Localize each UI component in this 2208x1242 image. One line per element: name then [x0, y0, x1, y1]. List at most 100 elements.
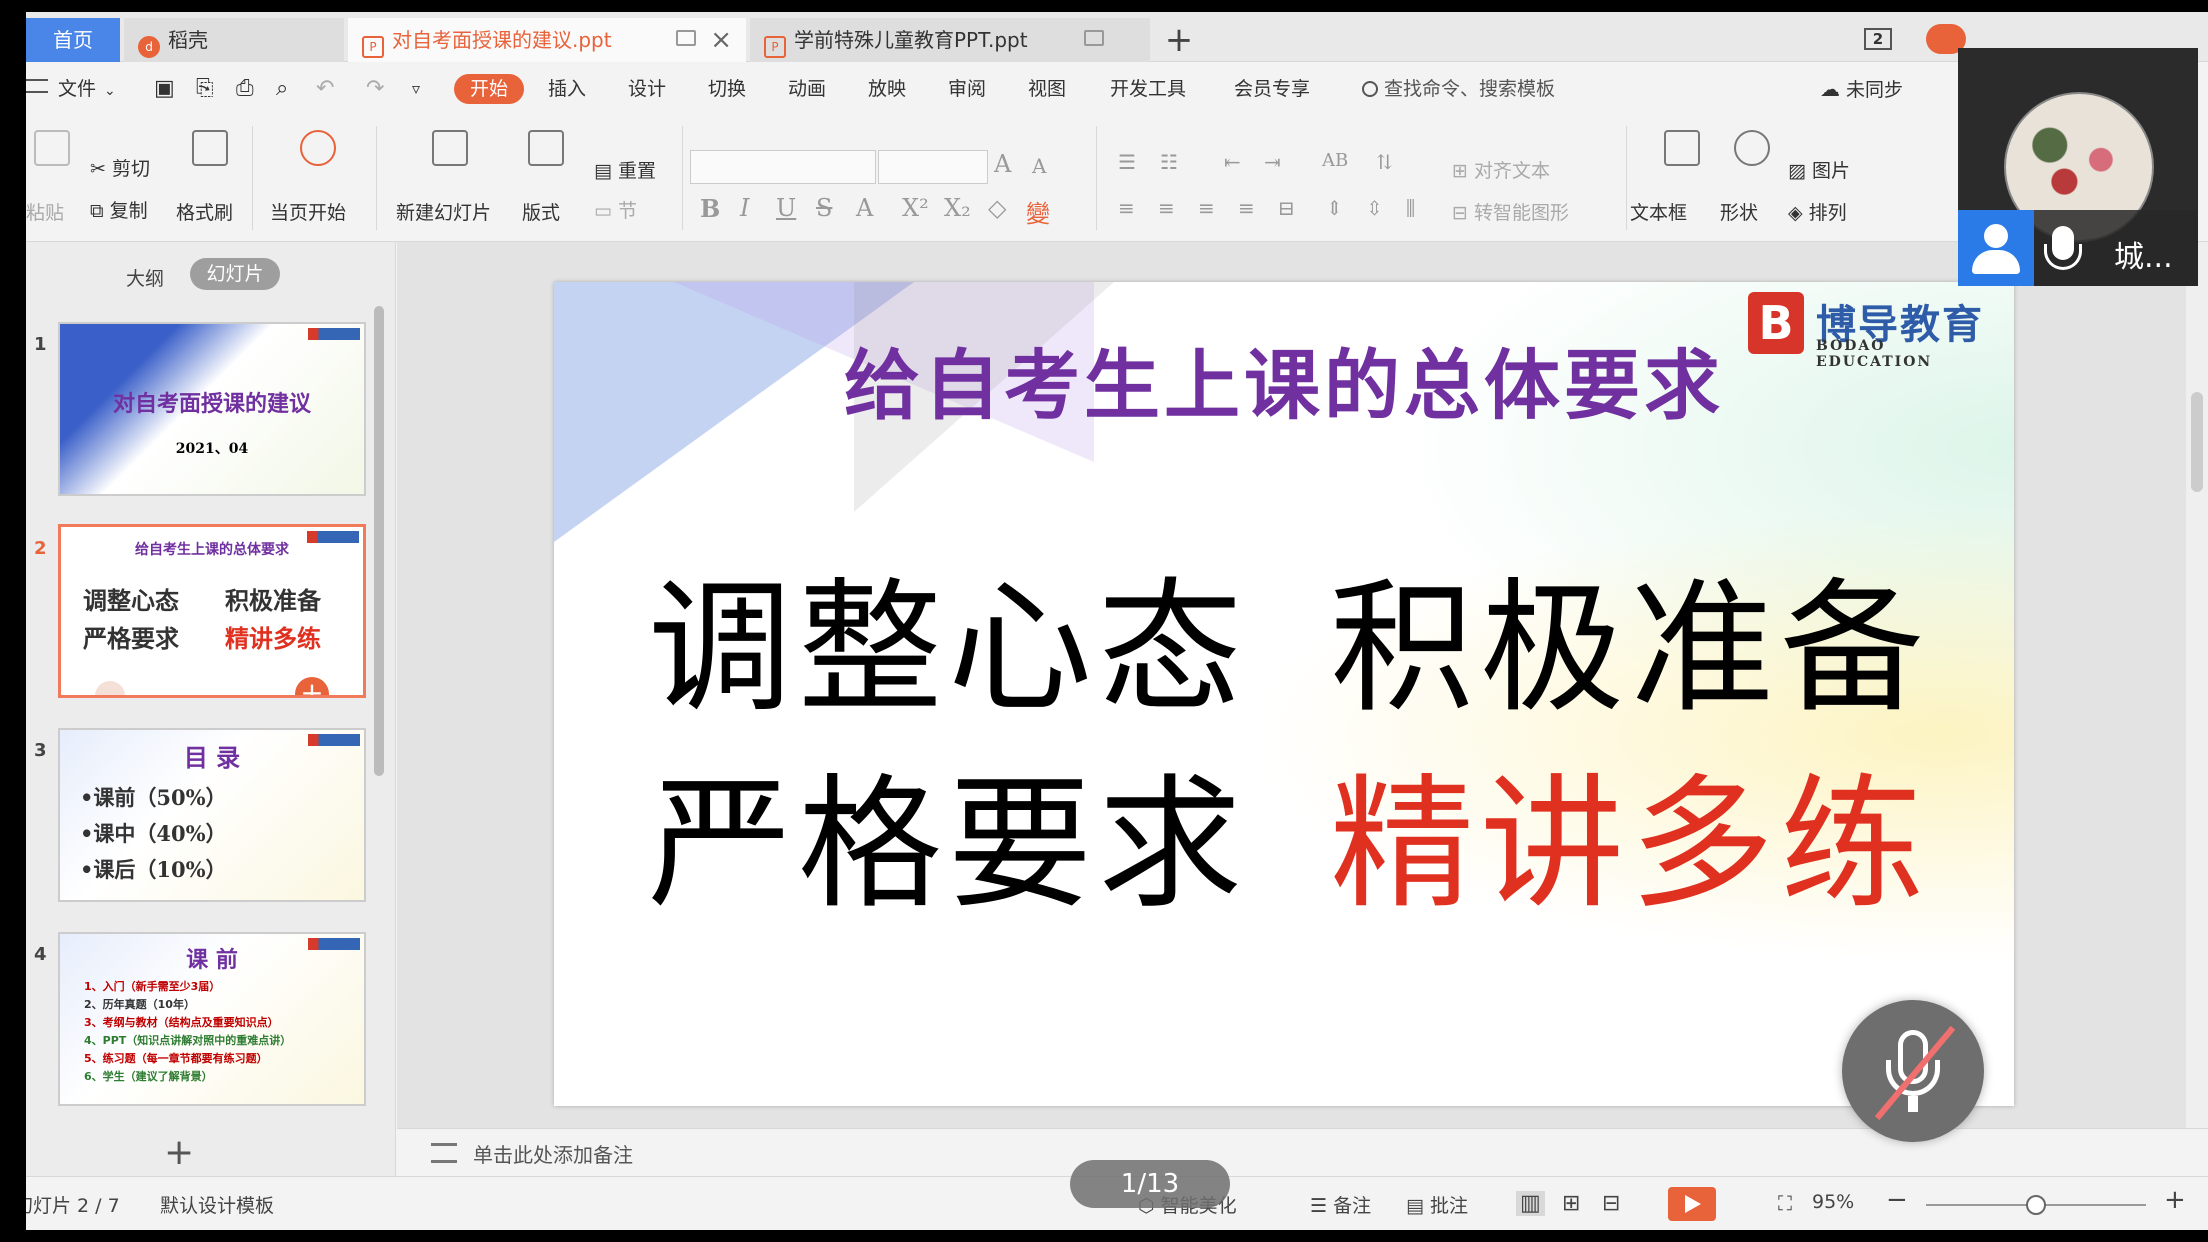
- notes-toggle[interactable]: ☰ 备注: [1310, 1191, 1371, 1218]
- tab-outline[interactable]: 大纲: [126, 264, 164, 291]
- redo-icon[interactable]: ↷: [366, 74, 384, 104]
- new-slide-icon[interactable]: [432, 130, 468, 166]
- strikethrough-icon[interactable]: S: [816, 194, 832, 222]
- slideshow-play-button[interactable]: [1668, 1187, 1716, 1221]
- menu-design[interactable]: 设计: [628, 74, 666, 104]
- numbered-list-icon[interactable]: ☷: [1160, 150, 1178, 174]
- underline-icon[interactable]: U: [776, 194, 796, 222]
- notes-placeholder[interactable]: 单击此处添加备注: [473, 1139, 633, 1168]
- align-left-icon[interactable]: ≡: [1118, 196, 1135, 220]
- subscript-icon[interactable]: X₂: [944, 194, 971, 222]
- sort-icon[interactable]: ⇅: [1376, 150, 1393, 174]
- add-slide-icon[interactable]: +: [295, 677, 329, 695]
- tab-daoke[interactable]: d 稻壳: [124, 18, 344, 62]
- slide-text-strict-req[interactable]: 严格要求: [648, 728, 1248, 936]
- design-template[interactable]: 默认设计模板: [160, 1191, 274, 1218]
- print-icon[interactable]: ⎙: [236, 74, 254, 104]
- menu-vip[interactable]: 会员专享: [1234, 74, 1310, 104]
- bullet-list-icon[interactable]: ☰: [1118, 150, 1136, 174]
- slide-text-practice[interactable]: 精讲多练: [1330, 728, 1930, 936]
- font-size-select[interactable]: [878, 150, 988, 184]
- menu-view[interactable]: 视图: [1028, 74, 1066, 104]
- format-painter-button[interactable]: 格式刷: [176, 198, 233, 225]
- zoom-slider-knob[interactable]: [2026, 1195, 2046, 1215]
- menu-animation[interactable]: 动画: [788, 74, 826, 104]
- zoom-in-icon[interactable]: +: [2164, 1185, 2186, 1215]
- canvas-scrollbar[interactable]: [2186, 242, 2208, 1128]
- menu-review[interactable]: 审阅: [948, 74, 986, 104]
- slide-title[interactable]: 给自考生上课的总体要求: [554, 324, 2014, 434]
- distribute-icon[interactable]: ⊟: [1278, 196, 1295, 220]
- menu-file[interactable]: 文件 ⌄: [26, 74, 116, 104]
- decrease-font-icon[interactable]: A: [1032, 154, 1046, 178]
- monitor-icon[interactable]: [676, 30, 696, 46]
- window-count-badge[interactable]: 2: [1864, 28, 1892, 50]
- sync-status[interactable]: ☁ 未同步: [1820, 74, 1903, 104]
- grid-view-icon[interactable]: ⊞: [1562, 1191, 1580, 1216]
- paragraph-spacing-icon[interactable]: ⇳: [1366, 196, 1383, 220]
- menu-insert[interactable]: 插入: [548, 74, 586, 104]
- justify-icon[interactable]: ≡: [1238, 196, 1255, 220]
- shape-icon[interactable]: [1734, 130, 1770, 166]
- align-center-icon[interactable]: ≡: [1158, 196, 1175, 220]
- normal-view-icon[interactable]: ▥: [1516, 1191, 1545, 1216]
- reset-button[interactable]: ▤ 重置: [594, 156, 656, 183]
- slide-thumbnail-1[interactable]: 对自考面授课的建议 2021、04: [58, 322, 366, 496]
- video-participant-tile[interactable]: 城...: [1958, 48, 2198, 286]
- smartart-button[interactable]: ⊟ 转智能图形: [1452, 198, 1569, 225]
- line-spacing-icon[interactable]: ⇕: [1326, 196, 1343, 220]
- font-color-icon[interactable]: A: [856, 194, 873, 222]
- add-slide-button[interactable]: +: [164, 1132, 194, 1173]
- align-right-icon[interactable]: ≡: [1198, 196, 1215, 220]
- zoom-out-icon[interactable]: −: [1886, 1185, 1908, 1215]
- current-slide[interactable]: B 博导教育 BODAO EDUCATION 给自考生上课的总体要求 调整心态 …: [554, 282, 2014, 1106]
- paste-icon[interactable]: [34, 130, 70, 166]
- clear-format-icon[interactable]: ◇: [988, 194, 1006, 222]
- from-current-button[interactable]: 当页开始: [270, 198, 346, 225]
- tab-doc2[interactable]: P 学前特殊儿童教育PPT.ppt: [750, 18, 1150, 62]
- fit-window-icon[interactable]: ⛶: [1778, 1191, 1792, 1215]
- menu-transition[interactable]: 切换: [708, 74, 746, 104]
- preview-icon[interactable]: ⌕: [276, 74, 288, 104]
- textbox-button[interactable]: 文本框: [1630, 198, 1687, 225]
- decrease-indent-icon[interactable]: ⇤: [1224, 150, 1241, 174]
- export-icon[interactable]: ⎘: [196, 74, 214, 104]
- brush-icon[interactable]: [192, 130, 228, 166]
- reading-view-icon[interactable]: ⊟: [1602, 1191, 1620, 1216]
- tab-doc1[interactable]: P 对自考面授课的建议.ppt ×: [348, 18, 746, 62]
- bold-icon[interactable]: B: [700, 194, 720, 223]
- undo-icon[interactable]: ↶: [316, 74, 334, 104]
- cut-button[interactable]: ✂ 剪切: [90, 154, 150, 181]
- align-text-button[interactable]: ⊞ 对齐文本: [1452, 156, 1550, 183]
- layout-icon[interactable]: [528, 130, 564, 166]
- slide-thumbnail-2[interactable]: 给自考生上课的总体要求 调整心态 积极准备 严格要求 精讲多练 +: [58, 524, 366, 698]
- menu-dev-tools[interactable]: 开发工具: [1110, 74, 1186, 104]
- tab-slides[interactable]: 幻灯片: [190, 258, 280, 290]
- new-tab-button[interactable]: +: [1154, 18, 1204, 62]
- columns-icon[interactable]: ⫼: [1406, 196, 1415, 220]
- close-tab-icon[interactable]: ×: [710, 18, 732, 62]
- font-family-select[interactable]: [690, 150, 876, 184]
- textbox-icon[interactable]: [1664, 130, 1700, 166]
- comment-toggle[interactable]: ▤ 批注: [1406, 1191, 1468, 1218]
- scroll-thumb[interactable]: [2191, 392, 2203, 492]
- copy-button[interactable]: ⧉ 复制: [90, 196, 148, 223]
- quick-access-dropdown-icon[interactable]: ▿: [412, 74, 420, 104]
- play-from-current-icon[interactable]: [300, 130, 336, 166]
- slide-text-adjust-mindset[interactable]: 调整心态: [648, 532, 1248, 740]
- mute-microphone-button[interactable]: [1842, 1000, 1984, 1142]
- slide-thumbnail-4[interactable]: 课 前 1、入门（新手需至少3届） 2、历年真题（10年） 3、考纲与教材（结构…: [58, 932, 366, 1106]
- menu-show[interactable]: 放映: [868, 74, 906, 104]
- superscript-icon[interactable]: X²: [902, 194, 929, 222]
- zoom-level[interactable]: 95%: [1812, 1191, 1854, 1213]
- paste-button[interactable]: 粘贴: [26, 198, 64, 225]
- tab-home[interactable]: 首页: [26, 18, 120, 62]
- menu-start[interactable]: 开始: [454, 74, 524, 104]
- picture-button[interactable]: ▨ 图片: [1788, 156, 1850, 183]
- slide-thumbnail-3[interactable]: 目 录 •课前（50%） •课中（40%） •课后（10%）: [58, 728, 366, 902]
- thumbnail-scrollbar[interactable]: [374, 306, 384, 776]
- arrange-button[interactable]: ◈ 排列: [1788, 198, 1847, 225]
- slide-text-active-prep[interactable]: 积极准备: [1330, 532, 1930, 740]
- layout-button[interactable]: 版式: [522, 198, 560, 225]
- increase-indent-icon[interactable]: ⇥: [1264, 150, 1281, 174]
